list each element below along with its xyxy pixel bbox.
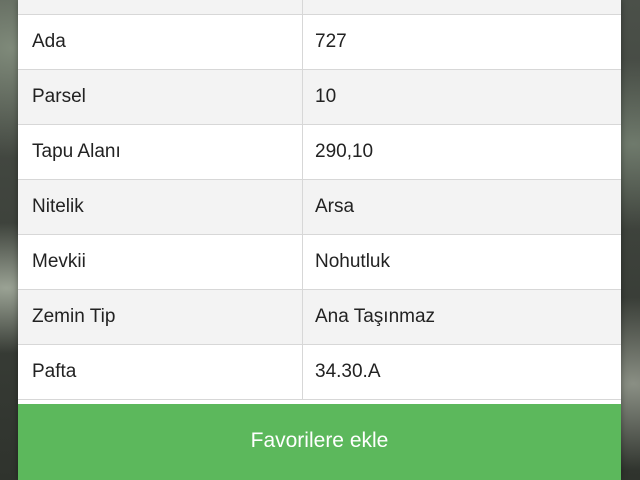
row-label-nitelik: Nitelik <box>18 180 303 234</box>
row-label-pafta: Pafta <box>18 345 303 399</box>
row-value-zemin-tip: Ana Taşınmaz <box>315 306 436 327</box>
table-row-mevkii: Mevkii Nohutluk <box>18 235 621 290</box>
table-row-nitelik: Nitelik Arsa <box>18 180 621 235</box>
parcel-info-panel: Ada 727 Parsel 10 Tapu Alanı 290,10 Nite… <box>18 0 621 480</box>
row-value-ada: 727 <box>315 31 347 52</box>
table-row-ada: Ada 727 <box>18 15 621 70</box>
table-row-tapu-alani: Tapu Alanı 290,10 <box>18 125 621 180</box>
row-value-parsel: 10 <box>315 86 337 107</box>
parcel-info-table: Ada 727 Parsel 10 Tapu Alanı 290,10 Nite… <box>18 0 621 400</box>
table-row-zemin-tip: Zemin Tip Ana Taşınmaz <box>18 290 621 345</box>
row-value-tapu-alani: 290,10 <box>315 141 374 162</box>
row-value-nitelik: Arsa <box>315 196 355 217</box>
row-label-parsel: Parsel <box>18 70 303 124</box>
row-value <box>303 0 621 14</box>
row-label-zemin-tip: Zemin Tip <box>18 290 303 344</box>
row-label <box>18 0 303 14</box>
row-label-mevkii: Mevkii <box>18 235 303 289</box>
table-row-pafta: Pafta 34.30.A <box>18 345 621 400</box>
table-row-parsel: Parsel 10 <box>18 70 621 125</box>
row-label-tapu-alani: Tapu Alanı <box>18 125 303 179</box>
row-value-pafta: 34.30.A <box>315 361 381 382</box>
table-row <box>18 0 621 15</box>
row-label-ada: Ada <box>18 15 303 69</box>
row-value-mevkii: Nohutluk <box>315 251 390 272</box>
add-to-favorites-button[interactable]: Favorilere ekle <box>18 404 621 480</box>
